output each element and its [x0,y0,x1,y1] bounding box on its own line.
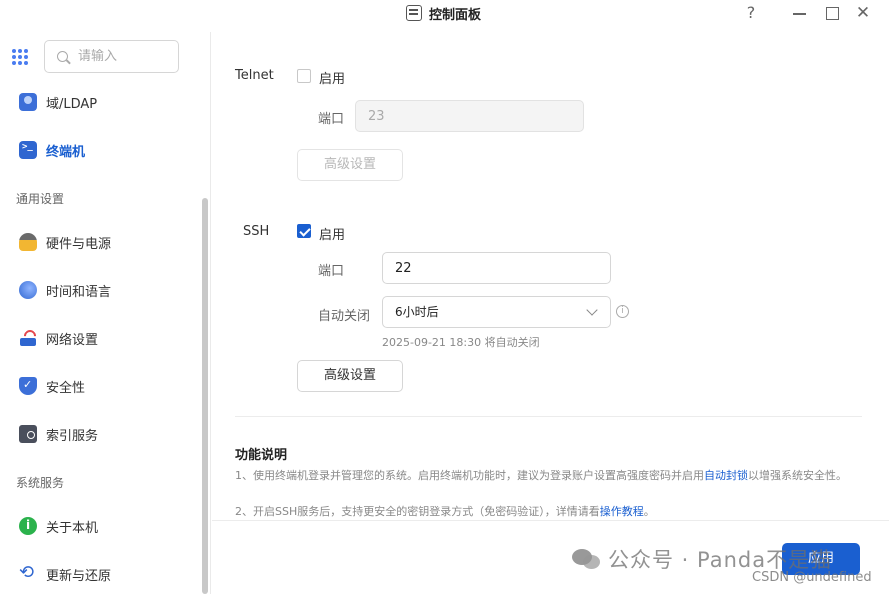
info-circle-icon[interactable]: i [616,305,629,318]
update-icon [19,562,37,583]
ssh-enable-checkbox[interactable] [297,224,311,238]
telnet-title: Telnet [235,68,274,83]
section-label-system: 系统服务 [16,476,65,490]
shield-icon [19,377,37,395]
control-panel-icon [406,5,422,21]
sidebar-item-label: 网络设置 [46,332,99,348]
hardware-icon [19,233,37,251]
sidebar-item-label: 硬件与电源 [46,236,112,252]
sidebar-item-label: 时间和语言 [46,284,112,300]
section-label-general: 通用设置 [16,192,65,206]
ssh-port-label: 端口 [318,264,345,279]
terminal-icon [19,141,37,159]
info-icon [19,517,37,535]
search-icon [57,51,68,62]
sidebar-item-hardware[interactable]: 硬件与电源 [0,224,205,260]
ssh-auto-close-select[interactable]: 6小时后 [382,296,611,328]
ssh-auto-close-value: 6小时后 [395,305,439,319]
sidebar-item-label: 关于本机 [46,520,99,536]
footer-divider [212,520,889,521]
maximize-button[interactable] [822,3,842,23]
sidebar-item-label: 索引服务 [46,428,99,444]
description-text: 。 [643,505,655,518]
sidebar-item-ldap[interactable]: 域/LDAP [0,84,205,120]
ssh-advanced-button[interactable]: 高级设置 [297,360,403,392]
ssh-auto-close-label: 自动关闭 [318,309,371,324]
main-content: Telnet 启用 端口 高级设置 SSH 启用 端口 自动关闭 6小时后 i … [212,32,889,594]
sidebar-item-label: 域/LDAP [46,96,98,112]
control-panel-window: 控制面板 ? ✕ 域/LDAP 终端机 通用设置 硬件与电源 时 [0,0,889,594]
telnet-enable-label: 启用 [319,72,346,87]
sidebar-item-index[interactable]: 索引服务 [0,416,205,452]
auto-lock-link[interactable]: 自动封锁 [704,469,748,482]
close-button[interactable]: ✕ [853,3,873,23]
search-box[interactable] [44,40,179,73]
sidebar-item-time[interactable]: 时间和语言 [0,272,205,308]
time-icon [19,281,37,299]
section-divider [235,416,862,417]
sidebar-item-terminal[interactable]: 终端机 [0,132,205,168]
tutorial-link[interactable]: 操作教程 [600,505,644,518]
description-text: 以增强系统安全性。 [748,469,847,482]
title-bar: 控制面板 ? ✕ [0,0,889,26]
description-line-2: 2、开启SSH服务后，支持更安全的密钥登录方式（免密码验证），详情请看操作教程。 [235,504,857,520]
apps-grid-icon[interactable] [12,49,28,65]
telnet-advanced-button[interactable]: 高级设置 [297,149,403,181]
index-icon [19,425,37,443]
ldap-icon [19,93,37,111]
wechat-logo-icon [572,547,602,571]
help-button[interactable]: ? [741,3,761,23]
description-text: 2、开启SSH服务后，支持更安全的密钥登录方式（免密码验证），详情请看 [235,505,600,518]
telnet-enable-checkbox[interactable] [297,69,311,83]
chevron-down-icon [586,304,598,316]
window-title: 控制面板 [429,7,482,23]
title-group: 控制面板 [406,3,481,23]
sidebar-scrollbar[interactable] [202,198,208,594]
sidebar-item-about[interactable]: 关于本机 [0,508,205,544]
ssh-port-input[interactable] [382,252,611,284]
ssh-title: SSH [243,224,270,239]
sidebar-item-security[interactable]: 安全性 [0,368,205,404]
sidebar-item-label: 终端机 [46,144,86,160]
description-line-1: 1、使用终端机登录并管理您的系统。启用终端机功能时，建议为登录账户设置高强度密码… [235,468,857,484]
sidebar: 域/LDAP 终端机 通用设置 硬件与电源 时间和语言 网络设置 安全性 索引服… [0,32,211,594]
sidebar-item-label: 安全性 [46,380,86,396]
description-text: 1、使用终端机登录并管理您的系统。启用终端机功能时，建议为登录账户设置高强度密码… [235,469,704,482]
telnet-port-input[interactable] [355,100,584,132]
sidebar-item-network[interactable]: 网络设置 [0,320,205,356]
sidebar-item-update[interactable]: 更新与还原 [0,556,205,592]
search-input[interactable] [78,49,158,64]
csdn-watermark: CSDN @undefined [752,570,872,585]
ssh-auto-close-hint: 2025-09-21 18:30 将自动关闭 [382,336,540,349]
network-icon [19,329,37,347]
sidebar-item-label: 更新与还原 [46,568,112,584]
ssh-enable-label: 启用 [319,228,346,243]
telnet-port-label: 端口 [318,112,345,127]
description-title: 功能说明 [235,448,288,463]
minimize-button[interactable] [789,3,809,23]
